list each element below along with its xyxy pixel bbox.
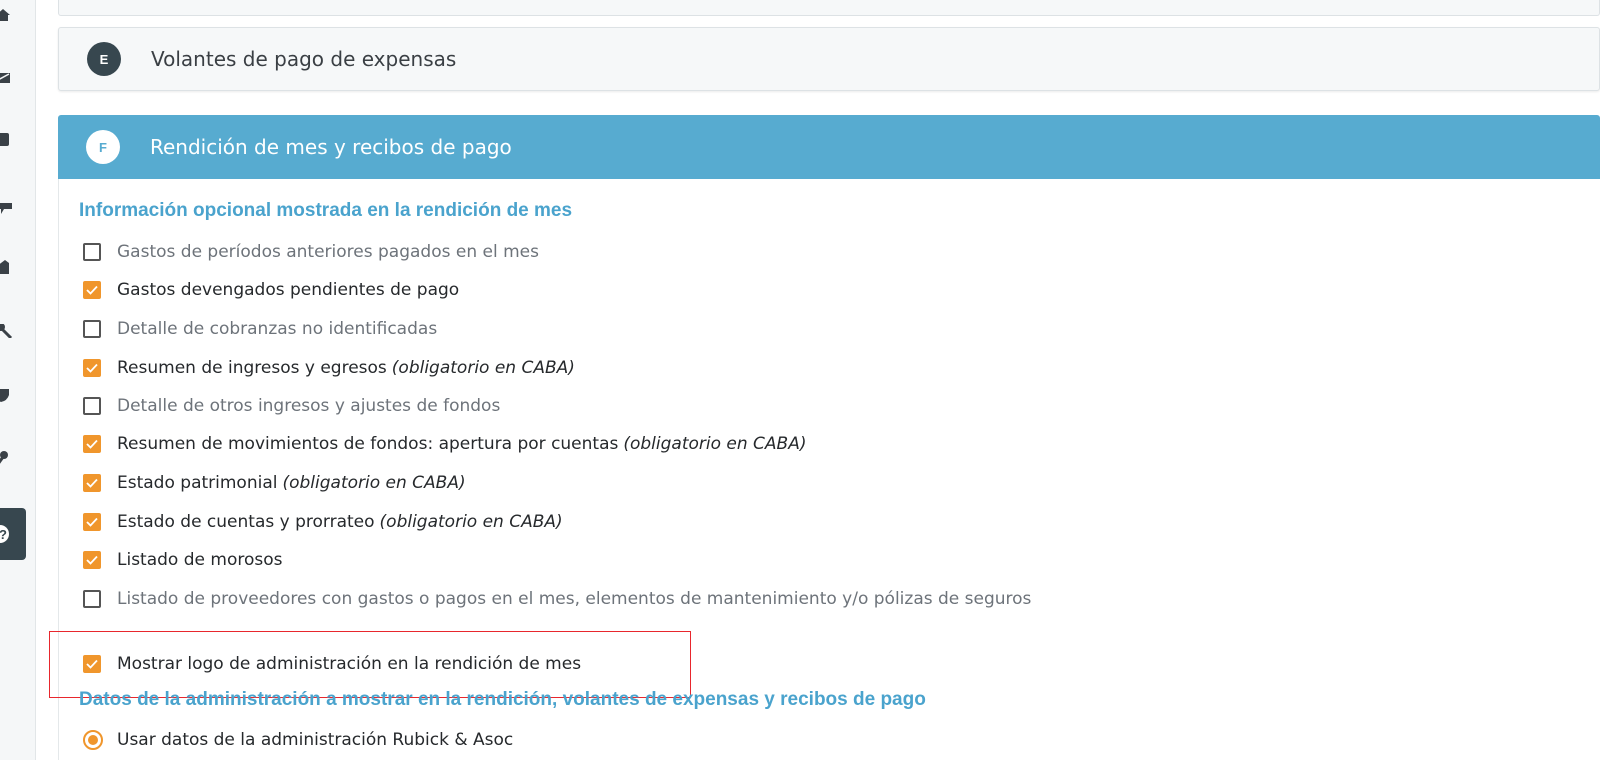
check-icon (86, 478, 98, 488)
checkbox-box[interactable] (83, 359, 101, 377)
panel-badge-f: F (86, 130, 120, 164)
checkbox-option[interactable]: Listado de proveedores con gastos o pago… (83, 587, 1031, 611)
check-icon (86, 659, 98, 669)
checkbox-box[interactable] (83, 551, 101, 569)
main-content: E Volantes de pago de expensas F Rendici… (49, 0, 1600, 760)
tools-icon[interactable] (0, 451, 14, 465)
check-icon (86, 285, 98, 295)
checkbox-option[interactable]: Gastos de períodos anteriores pagados en… (83, 240, 539, 264)
section-title-informacion-opcional: Información opcional mostrada en la rend… (79, 200, 573, 221)
checkbox-label: Detalle de otros ingresos y ajustes de f… (117, 396, 501, 416)
checkbox-option[interactable]: Estado patrimonial (obligatorio en CABA) (83, 471, 466, 495)
checkbox-label: Mostrar logo de administración en la ren… (117, 654, 582, 674)
checkbox-option[interactable]: Estado de cuentas y prorrateo (obligatori… (83, 510, 563, 534)
book-icon[interactable] (0, 132, 14, 146)
checkbox-note: (obligatorio en CABA) (282, 473, 466, 493)
svg-text:?: ? (0, 527, 7, 542)
checkbox-option[interactable]: Listado de morosos (83, 548, 282, 572)
checkbox-box[interactable] (83, 474, 101, 492)
checkbox-label: Estado de cuentas y prorrateo (117, 512, 375, 532)
checkbox-option[interactable]: Resumen de ingresos y egresos (obligatori… (83, 356, 575, 380)
checkbox-box[interactable] (83, 655, 101, 673)
checkbox-note: (obligatorio en CABA) (379, 512, 563, 532)
check-icon (86, 363, 98, 373)
check-icon (86, 517, 98, 527)
building-icon[interactable] (0, 260, 14, 274)
panel-title-rendicion: Rendición de mes y recibos de pago (150, 135, 512, 159)
checkbox-box[interactable] (83, 320, 101, 338)
checkbox-mostrar-logo[interactable]: Mostrar logo de administración en la ren… (83, 652, 581, 676)
checkbox-label: Estado patrimonial (117, 473, 278, 493)
checkbox-option[interactable]: Resumen de movimientos de fondos: apertu… (83, 432, 806, 456)
checkbox-option[interactable]: Detalle de cobranzas no identificadas (83, 317, 437, 341)
checkbox-label: Resumen de ingresos y egresos (117, 358, 387, 378)
comment-icon[interactable] (0, 202, 14, 216)
help-icon[interactable]: ? (0, 508, 26, 560)
shield-icon[interactable] (0, 388, 14, 402)
checkbox-label: Gastos de períodos anteriores pagados en… (117, 242, 539, 262)
panel-header-volantes[interactable]: E Volantes de pago de expensas (58, 27, 1600, 91)
checkbox-note: (obligatorio en CABA) (391, 358, 575, 378)
checkbox-label: Listado de proveedores con gastos o pago… (117, 589, 1032, 609)
radio-button[interactable] (83, 730, 103, 750)
wrench-icon[interactable] (0, 324, 14, 338)
sidebar: ? (0, 0, 36, 760)
checkbox-box[interactable] (83, 281, 101, 299)
previous-panel-edge (58, 0, 1600, 16)
panel-body-rendicion: Información opcional mostrada en la rend… (49, 179, 1600, 760)
checkbox-box[interactable] (83, 243, 101, 261)
panel-badge-e: E (87, 42, 121, 76)
checkbox-note: (obligatorio en CABA) (623, 434, 807, 454)
checkbox-label: Detalle de cobranzas no identificadas (117, 319, 438, 339)
mail-icon[interactable] (0, 71, 14, 85)
radio-usar-datos-administracion[interactable]: Usar datos de la administración Rubick &… (83, 728, 513, 752)
section-title-datos-administracion: Datos de la administración a mostrar en … (79, 689, 926, 710)
checkbox-label: Resumen de movimientos de fondos: apertu… (117, 434, 619, 454)
radio-selected-dot (88, 735, 98, 745)
check-icon (86, 555, 98, 565)
radio-label: Usar datos de la administración Rubick &… (117, 730, 514, 750)
panel-title-volantes: Volantes de pago de expensas (151, 47, 457, 71)
checkbox-option[interactable]: Gastos devengados pendientes de pago (83, 278, 459, 302)
checkbox-box[interactable] (83, 397, 101, 415)
check-icon (86, 439, 98, 449)
panel-header-rendicion[interactable]: F Rendición de mes y recibos de pago (58, 115, 1600, 179)
checkbox-label: Gastos devengados pendientes de pago (117, 280, 460, 300)
checkbox-box[interactable] (83, 590, 101, 608)
home-icon[interactable] (0, 8, 14, 22)
checkbox-box[interactable] (83, 513, 101, 531)
checkbox-label: Listado de morosos (117, 550, 283, 570)
checkbox-box[interactable] (83, 435, 101, 453)
checkbox-option[interactable]: Detalle de otros ingresos y ajustes de f… (83, 394, 500, 418)
